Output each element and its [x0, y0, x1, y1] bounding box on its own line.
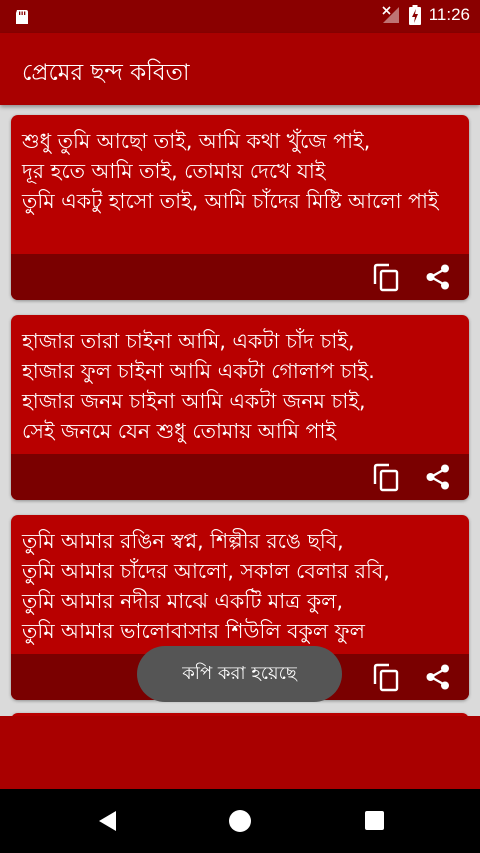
poem-card: শুধু তুমি আছো তাই, আমি কথা খুঁজে পাই, দূ… [11, 115, 469, 300]
copy-icon[interactable] [371, 462, 401, 492]
toast-message: কপি করা হয়েছে [182, 662, 297, 684]
copied-toast: কপি করা হয়েছে [137, 646, 342, 702]
share-icon[interactable] [423, 462, 453, 492]
home-icon[interactable] [229, 810, 251, 832]
copy-icon[interactable] [371, 662, 401, 692]
app-bar: প্রেমের ছন্দ কবিতা [0, 33, 480, 105]
card-action-bar [11, 254, 469, 300]
card-action-bar [11, 454, 469, 500]
copy-icon[interactable] [371, 262, 401, 292]
back-icon[interactable] [96, 809, 118, 833]
status-bar: 11:26 [0, 0, 480, 33]
sd-card-icon [16, 10, 28, 24]
poem-text: তুমি আমার রঙিন স্বপ্ন, শিল্পীর রঙে ছবি, … [22, 529, 390, 643]
poem-text: হাজার তারা চাইনা আমি, একটা চাঁদ চাই, হাজ… [22, 329, 375, 443]
share-icon[interactable] [423, 262, 453, 292]
share-icon[interactable] [423, 662, 453, 692]
status-time: 11:26 [428, 5, 470, 24]
battery-charging-icon [408, 5, 421, 25]
poem-list[interactable]: শুধু তুমি আছো তাই, আমি কথা খুঁজে পাই, দূ… [0, 105, 480, 716]
page-title: প্রেমের ছন্দ কবিতা [22, 60, 190, 86]
bottom-banner-area [0, 716, 480, 789]
poem-text: শুধু তুমি আছো তাই, আমি কথা খুঁজে পাই, দূ… [22, 129, 439, 213]
recent-apps-icon[interactable] [365, 811, 384, 830]
navigation-bar [0, 789, 480, 853]
no-signal-icon [382, 6, 399, 23]
poem-card: হাজার তারা চাইনা আমি, একটা চাঁদ চাই, হাজ… [11, 315, 469, 500]
